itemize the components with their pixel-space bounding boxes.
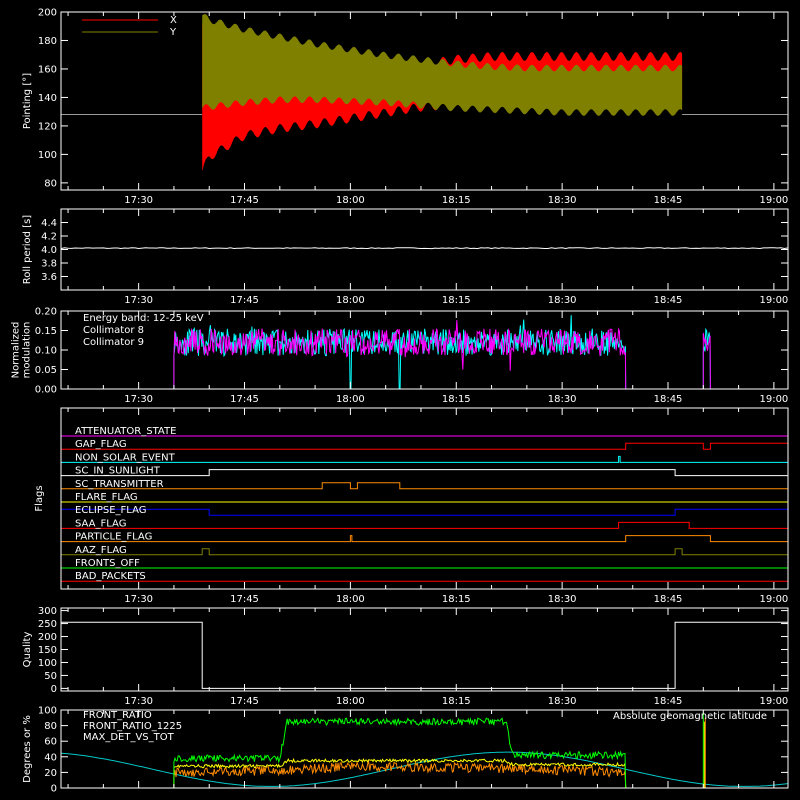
y-tick-label-roll_period: 3.8 [41,259,57,270]
y-tick-label-quality: 250 [38,619,57,630]
y-tick-label-pointing: 140 [38,93,57,104]
x-tick-label-pointing: 18:15 [442,195,471,206]
y-tick-label-quality: 300 [38,606,57,617]
y-tick-label-ratios: 60 [44,737,57,748]
y-axis-label-quality: Quality [22,632,33,668]
y-tick-label-roll_period: 4.2 [41,232,57,243]
flag-label-sc-transmitter: SC_TRANSMITTER [75,479,164,490]
x-tick-label-quality: 19:00 [759,696,788,707]
flag-label-flare-flag: FLARE_FLAG [75,492,138,503]
x-tick-label-roll_period: 17:45 [230,295,259,306]
x-tick-label-flags: 18:45 [654,594,683,605]
x-tick-label-quality: 17:30 [124,696,153,707]
y-tick-label-modulation: 0.15 [35,326,57,337]
flag-label-attenuator-state: ATTENUATOR_STATE [75,426,176,437]
x-tick-label-roll_period: 17:30 [124,295,153,306]
ratio-legend-2: MAX_DET_VS_TOT [83,732,175,743]
x-tick-label-modulation: 19:00 [759,394,788,405]
x-tick-label-quality: 18:30 [548,696,577,707]
x-tick-label-pointing: 17:45 [230,195,259,206]
x-tick-label-pointing: 18:30 [548,195,577,206]
modulation-legend-1: Collimator 8 [83,325,144,336]
y-tick-label-modulation: 0.10 [35,346,57,357]
y-tick-label-modulation: 0.05 [35,365,57,376]
x-tick-label-pointing: 18:00 [336,195,365,206]
y-axis-label-flags: Flags [34,485,45,511]
x-tick-label-roll_period: 19:00 [759,295,788,306]
flag-label-sc-in-sunlight: SC_IN_SUNLIGHT [75,466,161,477]
x-tick-label-modulation: 18:00 [336,394,365,405]
x-tick-label-quality: 18:15 [442,696,471,707]
instrument-status-figure: XY 17:30 17:45 18:00 18:15 18:30 18:45 19:00 80 1… [0,0,800,800]
y-tick-label-quality: 200 [38,632,57,643]
x-tick-label-pointing: 17:30 [124,195,153,206]
y-tick-label-ratios: 100 [38,706,57,717]
modulation-legend-2: Collimator 9 [83,337,144,348]
pointing-legend-label-Y: Y [169,27,177,38]
flag-label-saa-flag: SAA_FLAG [75,518,126,529]
x-tick-label-flags: 19:00 [759,594,788,605]
y-tick-label-pointing: 160 [38,64,57,75]
flag-label-non-solar-event: NON_SOLAR_EVENT [75,452,176,463]
x-tick-label-pointing: 18:45 [654,195,683,206]
x-tick-label-roll_period: 18:45 [654,295,683,306]
y-tick-label-roll_period: 4.4 [41,218,57,229]
y-tick-label-pointing: 100 [38,150,57,161]
x-tick-label-pointing: 19:00 [759,195,788,206]
ratio-legend-0: FRONT_RATIO [83,710,152,721]
y-tick-label-quality: 50 [44,671,57,682]
x-tick-label-roll_period: 18:15 [442,295,471,306]
x-tick-label-flags: 18:30 [548,594,577,605]
y-tick-label-pointing: 80 [44,178,57,189]
flag-label-bad-packets: BAD_PACKETS [75,571,146,582]
pointing-legend-label-X: X [170,15,177,26]
y-tick-label-roll_period: 4.0 [41,245,57,256]
x-tick-label-quality: 18:45 [654,696,683,707]
y-tick-label-modulation: 0.20 [35,307,57,318]
x-tick-label-flags: 18:00 [336,594,365,605]
y-tick-label-pointing: 180 [38,36,57,47]
x-tick-label-modulation: 18:30 [548,394,577,405]
flag-label-aaz-flag: AAZ_FLAG [75,545,127,556]
x-tick-label-modulation: 18:45 [654,394,683,405]
x-tick-label-modulation: 17:45 [230,394,259,405]
y-tick-label-quality: 0 [51,684,57,695]
y-tick-label-quality: 150 [38,645,57,656]
y-tick-label-roll_period: 3.6 [41,272,57,283]
y-tick-label-pointing: 200 [38,8,57,19]
x-tick-label-quality: 17:45 [230,696,259,707]
ratio-legend-1: FRONT_RATIO_1225 [83,721,182,732]
y-tick-label-ratios: 0 [51,784,57,795]
y-tick-label-pointing: 120 [38,121,57,132]
x-tick-label-modulation: 18:15 [442,394,471,405]
x-tick-label-roll_period: 18:30 [548,295,577,306]
y-axis-label-pointing: Pointing [°] [22,73,33,129]
y-tick-label-modulation: 0.00 [35,385,57,396]
x-tick-label-flags: 17:30 [124,594,153,605]
y-axis-label-modulation: Normalized [11,322,22,379]
y-tick-label-ratios: 40 [44,752,57,763]
y-axis-label-ratios: Degrees or % [22,715,33,783]
y-tick-label-quality: 100 [38,658,57,669]
modulation-legend-0: Energy band: 12-25 keV [83,313,204,324]
x-tick-label-modulation: 17:30 [124,394,153,405]
flag-label-particle-flag: PARTICLE_FLAG [75,532,152,543]
flag-label-fronts-off: FRONTS_OFF [75,558,140,569]
geomagnetic-latitude-label: Absolute geomagnetic latitude [613,711,767,722]
y-axis-label-roll_period: Roll period [s] [22,215,33,284]
y-tick-label-ratios: 80 [44,721,57,732]
flag-label-gap-flag: GAP_FLAG [75,439,127,450]
y-axis-label-modulation: modulation [22,322,33,379]
x-tick-label-flags: 17:45 [230,594,259,605]
y-tick-label-ratios: 20 [44,768,57,779]
x-tick-label-flags: 18:15 [442,594,471,605]
x-tick-label-quality: 18:00 [336,696,365,707]
flag-label-eclipse-flag: ECLIPSE_FLAG [75,505,146,516]
x-tick-label-roll_period: 18:00 [336,295,365,306]
